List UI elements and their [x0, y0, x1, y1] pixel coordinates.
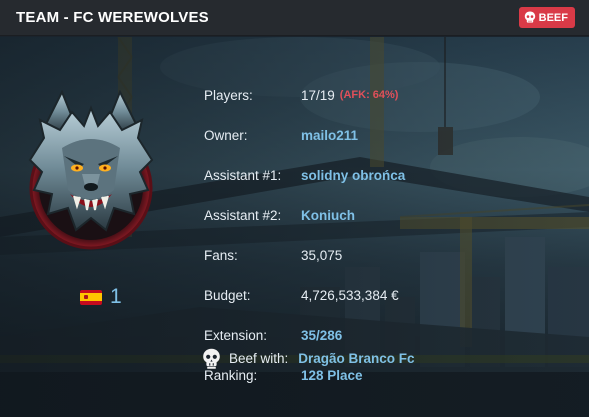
budget-label: Budget:: [204, 287, 251, 303]
extension-label: Extension:: [204, 327, 268, 343]
players-label: Players:: [204, 87, 253, 103]
werewolf-team-logo: [28, 90, 154, 250]
budget-value: 4,726,533,384 €: [301, 287, 399, 303]
country-rank-value: 1: [110, 285, 122, 308]
info-row-extension: Extension: 35/286: [204, 325, 342, 345]
skull-icon: [203, 348, 220, 369]
beef-badge-label: BEEF: [538, 11, 568, 24]
info-row-assistant1: Assistant #1: solidny obrońca: [204, 165, 405, 185]
ranking-label: Ranking:: [204, 367, 258, 383]
info-row-budget: Budget: 4,726,533,384 €: [204, 285, 399, 305]
info-row-assistant2: Assistant #2: Koniuch: [204, 205, 355, 225]
assistant1-link[interactable]: solidny obrońca: [301, 168, 405, 183]
extension-link[interactable]: 35/286: [301, 328, 342, 343]
players-value: 17/19: [301, 87, 335, 103]
assistant2-label: Assistant #2:: [204, 207, 282, 223]
country-rank: 1: [80, 285, 122, 309]
beef-badge[interactable]: BEEF: [518, 7, 575, 28]
skull-icon: [524, 11, 535, 23]
owner-link[interactable]: mailo211: [301, 128, 358, 143]
spain-flag-icon: [80, 289, 102, 305]
assistant1-label: Assistant #1:: [204, 167, 282, 183]
ranking-link[interactable]: 128 Place: [301, 368, 363, 383]
fans-value: 35,075: [301, 247, 343, 263]
fans-label: Fans:: [204, 247, 238, 263]
team-title: TEAM - FC WEREWOLVES: [16, 9, 209, 26]
info-row-players: Players: 17/19 (AFK: 64%): [204, 85, 398, 105]
beef-row: Beef with: Dragão Branco Fc: [202, 347, 415, 369]
assistant2-link[interactable]: Koniuch: [301, 208, 355, 223]
panel-header: TEAM - FC WEREWOLVES BEEF: [0, 0, 589, 36]
afk-badge: (AFK: 64%): [339, 89, 399, 101]
info-row-owner: Owner: mailo211: [204, 125, 358, 145]
beef-with-label: Beef with:: [229, 350, 289, 366]
owner-label: Owner:: [204, 127, 248, 143]
beef-team-link[interactable]: Dragão Branco Fc: [298, 351, 414, 366]
info-row-fans: Fans: 35,075: [204, 245, 342, 265]
